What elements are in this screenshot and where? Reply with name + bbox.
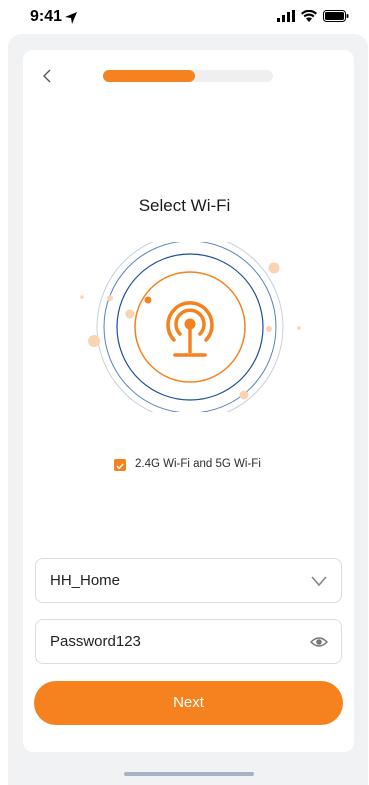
chevron-down-icon[interactable]	[310, 572, 328, 590]
dual-band-label: 2.4G Wi-Fi and 5G Wi-Fi	[135, 458, 261, 470]
wifi-network-select[interactable]: HH_Home	[35, 558, 342, 603]
wifi-network-value: HH_Home	[50, 572, 121, 589]
next-button[interactable]: Next	[34, 681, 343, 725]
status-bar: 9:41	[0, 0, 369, 34]
password-field[interactable]: Password123	[35, 619, 342, 664]
checkmark-icon	[116, 463, 124, 470]
wifi-scan-illustration	[80, 242, 301, 412]
status-time: 9:41	[30, 8, 63, 25]
status-indicators	[277, 10, 349, 22]
progress-bar	[103, 70, 273, 82]
back-chevron-icon[interactable]	[40, 68, 56, 84]
home-indicator	[124, 772, 254, 776]
battery-icon	[323, 10, 349, 22]
wifi-status-icon	[301, 10, 317, 22]
antenna-icon	[166, 301, 214, 357]
page-title: Select Wi-Fi	[138, 196, 231, 215]
dual-band-checkbox[interactable]	[114, 459, 126, 471]
password-value: Password123	[50, 633, 141, 650]
eye-icon[interactable]	[310, 633, 328, 651]
signal-icon	[277, 10, 295, 22]
progress-fill	[103, 70, 195, 82]
location-arrow-icon	[65, 12, 77, 24]
